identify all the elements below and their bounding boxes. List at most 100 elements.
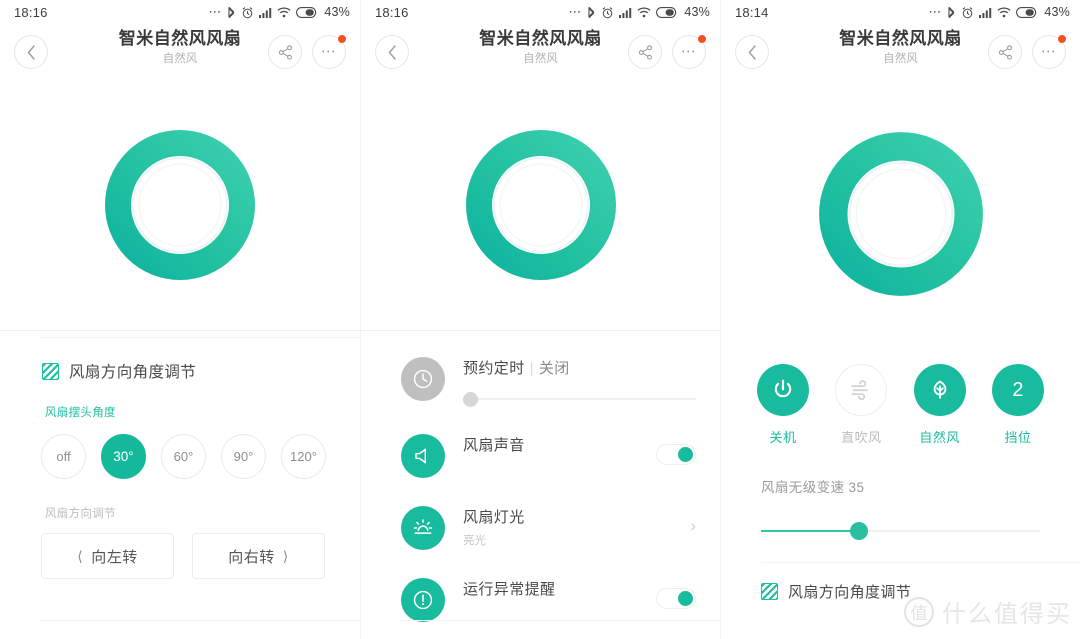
- fan-light-control[interactable]: ›: [690, 506, 696, 536]
- angle-option-60[interactable]: 60°: [161, 434, 206, 479]
- mode-direct-wind[interactable]: 直吹风: [829, 364, 893, 446]
- status-icons: ⋯ 43%: [568, 5, 710, 19]
- battery-percent: 43%: [1044, 5, 1070, 19]
- signal-icon: [259, 7, 272, 18]
- direction-adjust-label: 风扇方向调节: [45, 508, 116, 520]
- speed-slider-fill: [761, 530, 859, 532]
- section-title-label: 风扇方向角度调节: [788, 584, 912, 601]
- status-bar: 18:14 ⋯ 43%: [721, 0, 1080, 24]
- mode-gear-level[interactable]: 2 挡位: [986, 364, 1050, 446]
- divider-bottom: [401, 620, 720, 621]
- timer-slider[interactable]: [463, 392, 696, 407]
- panel-middle: 18:16 ⋯ 43% 智米自然风风扇 自然风 ⋯ 预约定时 | 关闭 风扇声音…: [360, 0, 720, 639]
- signal-icon: [619, 7, 632, 18]
- notification-badge: [1057, 34, 1067, 44]
- wifi-icon: [637, 6, 651, 18]
- wifi-icon: [997, 6, 1011, 18]
- notification-badge: [697, 34, 707, 44]
- mode-buttons: 关机 直吹风 自然风 2 挡位: [721, 348, 1080, 446]
- angle-options: off 30° 60° 90° 120°: [0, 420, 360, 479]
- fan-light-body: 风扇灯光 亮光: [445, 506, 690, 548]
- turn-buttons: ⟨ 向左转 向右转 ⟩: [0, 521, 360, 579]
- fault-alert-toggle[interactable]: [656, 588, 696, 609]
- chevron-right-icon: ›: [690, 516, 696, 535]
- list-item-timer[interactable]: 预约定时 | 关闭: [361, 343, 720, 420]
- share-button[interactable]: [628, 35, 662, 69]
- battery-icon: [1016, 6, 1038, 18]
- status-more-dots: ⋯: [568, 4, 583, 19]
- section-title-label: 风扇方向角度调节: [69, 364, 197, 381]
- angle-option-120[interactable]: 120°: [281, 434, 326, 479]
- back-button[interactable]: [375, 35, 409, 69]
- panel-right: 18:14 ⋯ 43% 智米自然风风扇 自然风 ⋯ 关机 直吹风 自然风 2 挡…: [720, 0, 1080, 639]
- list-item-fan-light[interactable]: 风扇灯光 亮光 ›: [361, 492, 720, 564]
- mode-natural-wind-label: 自然风: [919, 430, 960, 445]
- stripes-icon: [761, 583, 778, 600]
- more-menu-button[interactable]: ⋯: [672, 34, 707, 69]
- fault-alert-control: [656, 578, 696, 609]
- fan-ring-graphic: [721, 80, 1080, 348]
- list-item-fault-alert[interactable]: 运行异常提醒: [361, 564, 720, 636]
- share-button[interactable]: [988, 35, 1022, 69]
- status-time: 18:16: [375, 4, 409, 20]
- more-menu-button[interactable]: ⋯: [312, 34, 347, 69]
- timer-slider-knob[interactable]: [463, 392, 478, 407]
- timer-body: 预约定时 | 关闭: [445, 357, 696, 407]
- back-button[interactable]: [14, 35, 48, 69]
- share-button[interactable]: [268, 35, 302, 69]
- speaker-icon: [401, 434, 445, 478]
- status-bar: 18:16 ⋯ 43%: [361, 0, 720, 24]
- leaf-icon: [913, 364, 966, 416]
- more-dots-icon: ⋯: [1040, 43, 1058, 60]
- turn-left-button[interactable]: ⟨ 向左转: [41, 533, 174, 579]
- angle-option-90[interactable]: 90°: [221, 434, 266, 479]
- gear-level-icon: 2: [991, 364, 1044, 416]
- chevron-right-icon: ⟩: [282, 547, 289, 564]
- speed-slider-knob[interactable]: [849, 522, 868, 540]
- mode-natural-wind[interactable]: 自然风: [908, 364, 972, 446]
- status-icons: ⋯ 43%: [208, 5, 350, 19]
- fan-light-value: 亮光: [463, 535, 486, 547]
- nav-bar: 智米自然风风扇 自然风 ⋯: [361, 24, 720, 80]
- speed-label: 风扇无级变速 35: [761, 480, 865, 495]
- toggle-knob: [678, 591, 693, 606]
- fan-light-title: 风扇灯光: [463, 509, 525, 526]
- alarm-icon: [601, 6, 614, 19]
- more-menu-button[interactable]: ⋯: [1032, 34, 1067, 69]
- more-dots-icon: ⋯: [680, 43, 698, 60]
- angle-label: 30°: [113, 449, 134, 464]
- mode-power[interactable]: 关机: [751, 364, 815, 446]
- notification-badge: [337, 34, 347, 44]
- angle-option-30[interactable]: 30°: [101, 434, 146, 479]
- wind-icon: [835, 364, 888, 416]
- timer-title-line: 预约定时 | 关闭: [463, 359, 696, 379]
- alarm-icon: [961, 6, 974, 19]
- angle-label: off: [56, 449, 71, 464]
- back-button[interactable]: [735, 35, 769, 69]
- turn-right-label: 向右转: [228, 548, 275, 566]
- nav-actions: ⋯: [988, 34, 1067, 69]
- mode-direct-wind-label: 直吹风: [841, 430, 882, 445]
- nav-actions: ⋯: [628, 34, 707, 69]
- fan-sound-body: 风扇声音: [445, 434, 656, 456]
- battery-icon: [656, 6, 678, 18]
- angle-option-off[interactable]: off: [41, 434, 86, 479]
- speed-slider[interactable]: [761, 522, 1040, 540]
- turn-right-button[interactable]: 向右转 ⟩: [192, 533, 325, 579]
- wifi-icon: [277, 6, 291, 18]
- timer-value: 关闭: [538, 360, 570, 377]
- fan-sound-toggle[interactable]: [656, 444, 696, 465]
- fault-alert-body: 运行异常提醒: [445, 578, 656, 600]
- status-icons: ⋯ 43%: [928, 5, 1070, 19]
- mode-gear-level-label: 挡位: [1004, 430, 1032, 445]
- stripes-icon: [42, 362, 59, 380]
- battery-icon: [296, 6, 318, 18]
- angle-label: 120°: [290, 449, 317, 464]
- signal-icon: [979, 7, 992, 18]
- title-separator: |: [529, 360, 534, 377]
- light-icon: [401, 506, 445, 550]
- battery-percent: 43%: [324, 5, 350, 19]
- power-icon: [757, 364, 809, 416]
- divider-bottom: [40, 620, 360, 621]
- list-item-fan-sound[interactable]: 风扇声音: [361, 420, 720, 492]
